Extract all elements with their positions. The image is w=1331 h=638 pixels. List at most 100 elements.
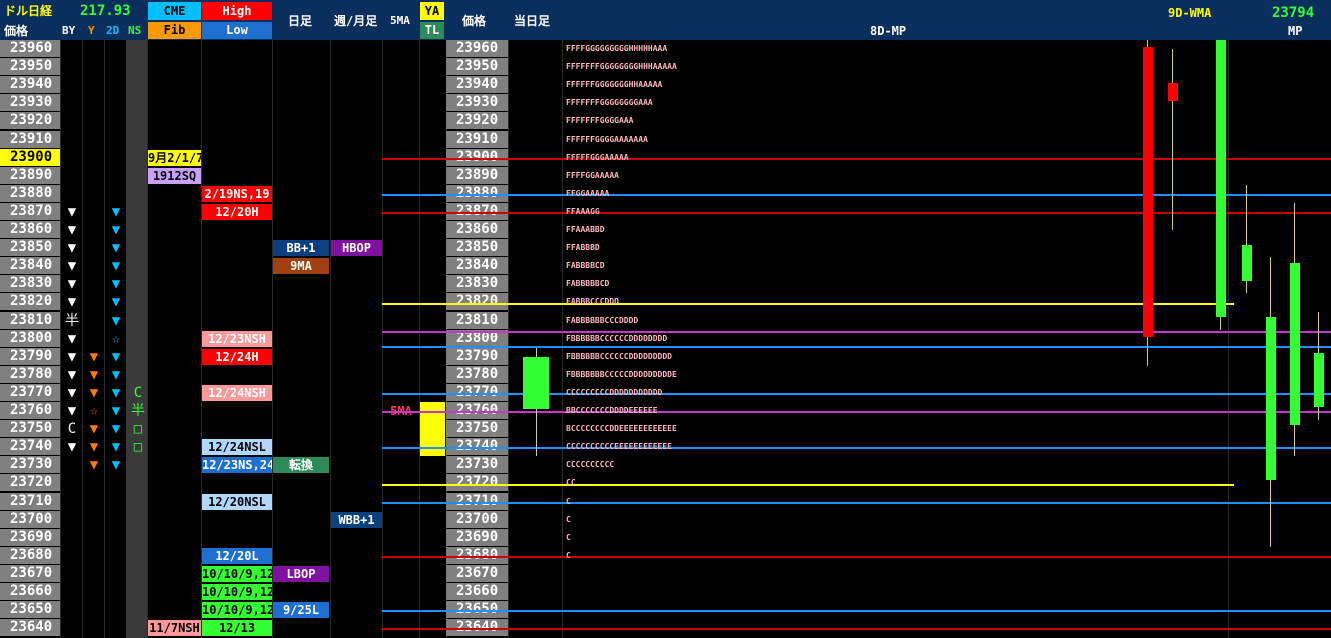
by-marker: 半 (65, 312, 79, 329)
mp-header: MP (1288, 24, 1303, 38)
price-cell-mid: 23830 (446, 275, 508, 293)
d2-marker: ▼ (111, 258, 121, 275)
price-cell-left: 23700 (0, 510, 60, 528)
low-header: Low (202, 22, 272, 39)
tpo-row: FFFFGGAAAAA (566, 170, 619, 180)
tpo-row: FFAAABBD (566, 225, 605, 234)
price-cell-left: 23950 (0, 58, 60, 76)
d2-marker: ▼ (111, 312, 121, 329)
cme-level-tag: 1912SQ (148, 167, 201, 184)
d2-marker: ▼ (111, 457, 121, 474)
price-cell-mid: 23660 (446, 583, 508, 601)
grid-divider (419, 40, 420, 638)
tpo-row: FFFFFFFGGGGGGGGHHHAAAAA (566, 62, 677, 72)
price-cell-left: 23880 (0, 184, 60, 202)
d2-marker: ▼ (111, 348, 121, 365)
cme-level-tag: 9月2/1/7 (148, 149, 201, 166)
price-cell-left: 23930 (0, 94, 60, 112)
tpo-row: FBBBBBBBCCCCCDDDDDDDDDE (566, 369, 677, 379)
high-level-tag: 12/23NSH (202, 330, 272, 347)
d2-marker: ▼ (111, 294, 121, 311)
high-level-tag: 12/20L (202, 547, 272, 564)
price-cell-left: 23670 (0, 564, 60, 582)
high-level-tag: 10/10/9,12/ (202, 584, 272, 601)
tpo-row: FFFFFGGGAAAAA (566, 152, 629, 162)
tpo-row: C (566, 532, 571, 542)
tpo-row: C (566, 550, 571, 560)
candle-body (1143, 47, 1153, 337)
grid-divider (272, 40, 273, 638)
by-marker: ▼ (67, 276, 77, 293)
price-cell-mid: 23780 (446, 365, 508, 383)
tpo-row: FFFFFFGGGGGGGHHAAAAA (566, 80, 663, 90)
daily-level-tag: BB+1 (273, 240, 329, 257)
tpo-row: BBCCCCCCCDDDDEEEEEE (566, 406, 658, 415)
price-cell-left: 23720 (0, 474, 60, 492)
price-cell-mid: 23840 (446, 257, 508, 275)
level-line (382, 483, 1234, 486)
ns-column-bg (126, 40, 147, 638)
level-line (382, 628, 1331, 631)
price-cell-mid: 23940 (446, 76, 508, 94)
price-ladder: 23960 23960 23950 23950 23940 23940 23930 23930… (0, 40, 1331, 638)
ns-marker: C (133, 384, 143, 401)
d2-marker: ▼ (111, 222, 121, 238)
instrument-label: ドル日経 (4, 4, 53, 18)
price-cell-left: 23650 (0, 601, 60, 619)
fib-header: Fib (148, 22, 201, 39)
by-marker: ▼ (67, 439, 77, 456)
d2-marker: ▼ (111, 384, 121, 401)
high-level-tag: 12/24H (202, 348, 272, 365)
price-cell-mid: 23960 (446, 40, 508, 58)
level-line (382, 555, 1331, 558)
price-cell-mid: 23810 (446, 311, 508, 329)
price-cell-mid: 23890 (446, 166, 508, 184)
price-cell-left: 23820 (0, 293, 60, 311)
tpo-row: FBBBBBBCCCCCCDDDDDDDD (566, 333, 668, 343)
price-cell-left: 23870 (0, 202, 60, 220)
daily-level-tag: 9MA (273, 258, 329, 275)
price-cell-left: 23830 (0, 275, 60, 293)
candle-body (1314, 353, 1324, 408)
mp-title: 8D-MP (870, 24, 907, 38)
price-cell-left: 23920 (0, 112, 60, 130)
price-cell-left: 23640 (0, 619, 60, 637)
tpo-row: FFABBBD (566, 243, 600, 253)
level-line (382, 447, 1331, 450)
d2-marker: ▼ (111, 421, 121, 438)
price-cell-mid: 23670 (446, 564, 508, 582)
grid-divider (382, 40, 383, 638)
price-cell-mid: 23730 (446, 456, 508, 474)
price-cell-mid: 23950 (446, 58, 508, 76)
price-cell-mid: 23920 (446, 112, 508, 130)
2d-header: 2D (106, 24, 120, 37)
by-marker: ▼ (67, 203, 77, 220)
grid-divider (60, 40, 61, 638)
by-marker: C (67, 421, 77, 438)
weekly-level-tag: HBOP (331, 240, 382, 257)
daily-level-tag: 9/25L (273, 602, 329, 619)
tpo-row: FABBBBCD (566, 261, 605, 271)
tpo-row: FFFFGGGGGGGGGHHHHHAAA (566, 44, 668, 53)
d2-marker: ▼ (111, 403, 121, 419)
high-level-tag: 12/13 (202, 620, 272, 637)
price-cell-left: 23810 (0, 311, 60, 329)
candle-body (1242, 244, 1252, 281)
tpo-row: FFAAAGG (566, 206, 600, 216)
high-level-tag: 10/10/9,12/ (202, 565, 272, 582)
y-marker: ▼ (89, 366, 99, 383)
level-line (382, 302, 1234, 305)
tpo-row: FFFFFFFGGGGAAA (566, 116, 634, 126)
weekly-monthly-header: 週/月足 (334, 14, 378, 28)
y-marker: ▼ (89, 384, 99, 401)
grid-divider (82, 40, 83, 638)
price-cell-left: 23890 (0, 166, 60, 184)
tpo-row: CCCCCCCCCDDDDDDDDDDD (566, 387, 663, 397)
price-cell-left: 23740 (0, 438, 60, 456)
price-cell-left: 23900 (0, 148, 60, 166)
tpo-row: FFFFFFGGGGAAAAAAA (566, 134, 648, 144)
price-cell-left: 23800 (0, 329, 60, 347)
ns-marker: □ (133, 421, 143, 438)
high-header: High (202, 2, 272, 20)
price-cell-mid: 23690 (446, 528, 508, 546)
